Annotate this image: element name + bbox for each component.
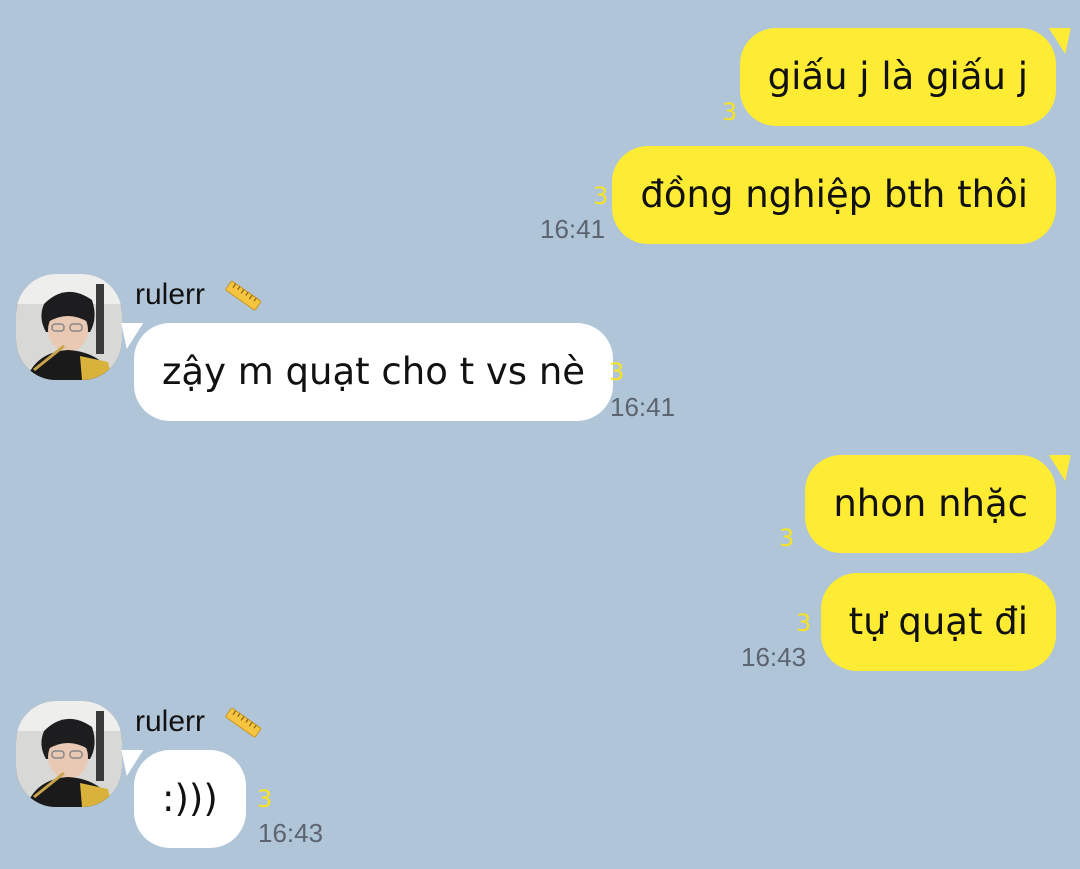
message-text: đồng nghiệp bth thôi (640, 173, 1028, 216)
ruler-emoji-icon (225, 280, 262, 311)
sender-name-row: rulerr (135, 278, 263, 312)
unread-count: 3 (257, 785, 273, 813)
unread-count: 3 (796, 609, 812, 637)
chat-view: giấu j là giấu j 3 đồng nghiệp bth thôi … (0, 0, 1080, 869)
bubble-tail (121, 750, 149, 776)
message-timestamp: 16:43 (258, 818, 324, 848)
unread-count: 3 (779, 524, 795, 552)
sender-name: rulerr (135, 705, 206, 738)
unread-count: 3 (609, 358, 625, 386)
sender-name-row: rulerr (135, 705, 263, 739)
outgoing-message-bubble[interactable]: giấu j là giấu j (739, 28, 1071, 126)
outgoing-message-bubble[interactable]: tự quạt đi (820, 573, 1056, 671)
outgoing-message-bubble[interactable]: đồng nghiệp bth thôi (612, 146, 1056, 244)
avatar[interactable] (16, 701, 122, 807)
bubble-tail (121, 323, 149, 349)
message-text: zậy m quạt cho t vs nè (162, 350, 586, 393)
message-timestamp: 16:41 (540, 214, 606, 244)
incoming-message-bubble[interactable]: zậy m quạt cho t vs nè (121, 323, 614, 421)
sender-name: rulerr (135, 278, 206, 311)
avatar-photo-icon (16, 701, 122, 807)
unread-count: 3 (722, 98, 738, 126)
ruler-emoji-icon (225, 707, 262, 738)
message-text: tự quạt đi (848, 600, 1028, 643)
incoming-message-bubble[interactable]: :))) (121, 750, 246, 848)
message-text: nhon nhặc (833, 482, 1028, 525)
message-text: giấu j là giấu j (767, 55, 1028, 98)
bubble-tail (1043, 28, 1071, 54)
avatar[interactable] (16, 274, 122, 380)
bubble-tail (1043, 455, 1071, 481)
unread-count: 3 (593, 182, 609, 210)
message-timestamp: 16:43 (741, 642, 807, 672)
outgoing-message-bubble[interactable]: nhon nhặc (805, 455, 1071, 553)
avatar-photo-icon (16, 274, 122, 380)
message-text: :))) (162, 777, 218, 820)
message-timestamp: 16:41 (610, 392, 676, 422)
